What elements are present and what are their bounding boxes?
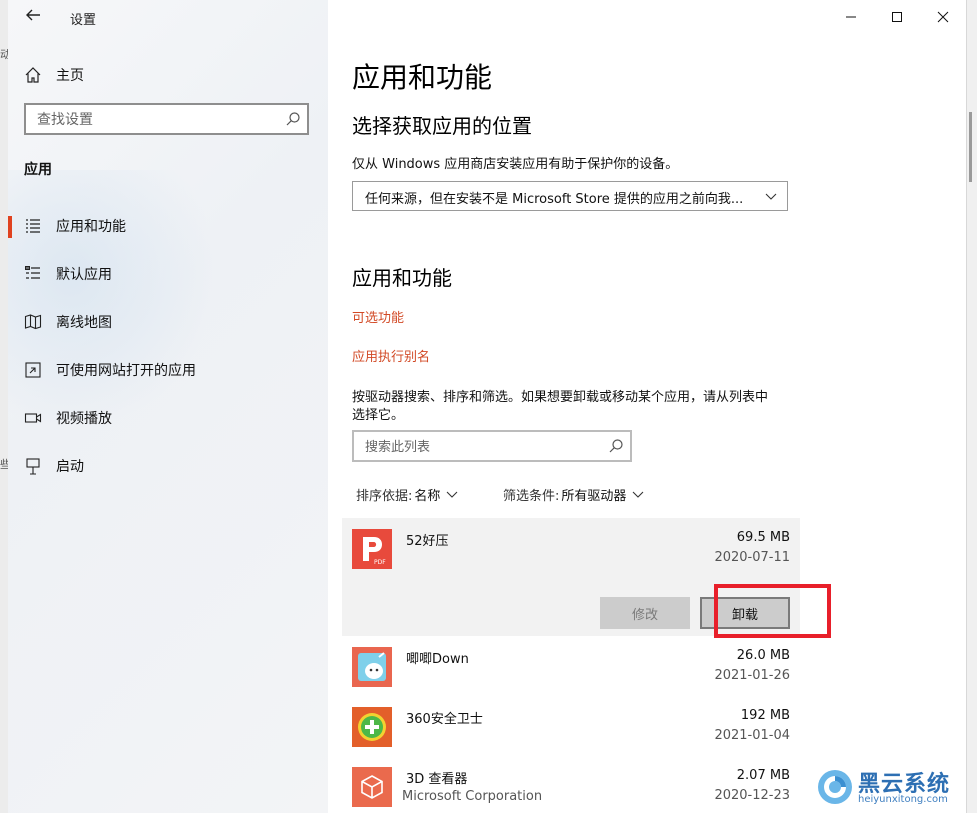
app-publisher: Microsoft Corporation xyxy=(402,789,543,804)
settings-search-input[interactable] xyxy=(35,110,279,130)
default-apps-icon xyxy=(25,266,40,279)
cloud-logo-icon xyxy=(818,770,852,804)
minimize-button[interactable] xyxy=(828,0,874,34)
app-install-date: 2021-01-26 xyxy=(714,668,790,683)
startup-icon xyxy=(26,458,40,475)
sidebar-item-offline-maps[interactable]: 离线地图 xyxy=(8,302,328,342)
search-icon[interactable] xyxy=(285,111,301,127)
close-button[interactable] xyxy=(920,0,966,34)
sidebar-item-label: 视频播放 xyxy=(56,411,112,427)
sort-value: 名称 xyxy=(414,488,441,504)
home-icon xyxy=(25,67,41,83)
app-alias-link[interactable]: 应用执行别名 xyxy=(352,346,430,365)
sort-selector[interactable]: 排序依据: 名称 xyxy=(356,484,458,504)
app-size: 69.5 MB xyxy=(736,530,790,545)
background-scrollbar-strip xyxy=(966,0,977,813)
dropdown-value: 任何来源，但在安装不是 Microsoft Store 提供的应用之前向我... xyxy=(365,192,744,207)
window-title: 设置 xyxy=(70,13,97,28)
sidebar-item-label: 主页 xyxy=(56,68,84,84)
back-button[interactable] xyxy=(24,6,54,30)
sidebar-item-default-apps[interactable]: 默认应用 xyxy=(8,254,328,294)
svg-text:PDF: PDF xyxy=(374,559,386,566)
install-location-heading: 选择获取应用的位置 xyxy=(352,114,532,138)
window-controls xyxy=(828,0,966,34)
install-source-dropdown[interactable]: 任何来源，但在安装不是 Microsoft Store 提供的应用之前向我... xyxy=(352,181,788,211)
search-icon[interactable] xyxy=(608,438,624,454)
app-list-item[interactable]: 3D 查看器 Microsoft Corporation 2.07 MB 202… xyxy=(342,756,800,816)
close-icon xyxy=(937,11,949,23)
sidebar-item-video-playback[interactable]: 视频播放 xyxy=(8,398,328,438)
app-size: 2.07 MB xyxy=(736,768,790,783)
sidebar-item-label: 可使用网站打开的应用 xyxy=(56,363,196,379)
chevron-down-icon xyxy=(447,491,458,498)
filter-label: 筛选条件: xyxy=(503,488,560,504)
chevron-down-icon xyxy=(633,491,644,498)
sidebar-item-label: 启动 xyxy=(56,459,84,475)
cube-icon xyxy=(352,767,392,807)
watermark-url: heiyunxitong.com xyxy=(858,794,948,805)
sidebar-item-home[interactable]: 主页 xyxy=(24,64,84,86)
main-content: 应用和功能 选择获取应用的位置 仅从 Windows 应用商店安装应用有助于保护… xyxy=(328,0,966,813)
pdf-app-icon: PDF xyxy=(352,529,392,569)
annotation-highlight-box xyxy=(714,584,831,638)
app-install-date: 2021-01-04 xyxy=(714,728,790,743)
app-name: 唧唧Down xyxy=(406,652,469,667)
minimize-icon xyxy=(846,16,856,18)
web-apps-icon xyxy=(25,362,41,378)
app-size: 192 MB xyxy=(740,708,790,723)
app-size: 26.0 MB xyxy=(736,648,790,663)
install-location-description: 仅从 Windows 应用商店安装应用有助于保护你的设备。 xyxy=(352,157,679,172)
site-watermark: 黑云系统 heiyunxitong.com xyxy=(816,766,966,810)
sidebar-item-web-apps[interactable]: 可使用网站打开的应用 xyxy=(8,350,328,390)
list-icon xyxy=(26,219,40,233)
optional-features-link[interactable]: 可选功能 xyxy=(352,307,404,326)
modify-button[interactable]: 修改 xyxy=(600,597,690,629)
apps-filter-description-line2: 选择它。 xyxy=(352,408,405,423)
apps-filter-description: 按驱动器搜索、排序和筛选。如果想要卸载或移动某个应用，请从列表中 xyxy=(352,390,769,405)
sidebar-item-label: 离线地图 xyxy=(56,315,112,331)
app-list-search-input[interactable] xyxy=(363,437,597,457)
app-list-item[interactable]: 360安全卫士 192 MB 2021-01-04 xyxy=(342,696,800,756)
page-title: 应用和功能 xyxy=(352,61,493,94)
app-install-date: 2020-07-11 xyxy=(714,550,790,565)
sidebar-item-apps-features[interactable]: 应用和功能 xyxy=(8,206,328,246)
section-label: 应用 xyxy=(24,162,52,178)
sort-label: 排序依据: xyxy=(356,488,413,504)
security-app-icon xyxy=(352,707,392,747)
app-name: 52好压 xyxy=(406,534,449,549)
filter-selector[interactable]: 筛选条件: 所有驱动器 xyxy=(503,484,644,504)
sidebar-item-label: 默认应用 xyxy=(56,267,112,283)
sidebar: 设置 主页 应用 应用和功能 默认应用 离线地图 可使用网站打开的应用 视频播放… xyxy=(8,0,328,813)
sidebar-item-startup[interactable]: 启动 xyxy=(8,446,328,486)
maximize-button[interactable] xyxy=(874,0,920,34)
app-list-item[interactable]: 唧唧Down 26.0 MB 2021-01-26 xyxy=(342,636,800,696)
app-name: 360安全卫士 xyxy=(406,712,483,727)
background-window-strip: 动 些 xyxy=(0,0,11,813)
app-install-date: 2020-12-23 xyxy=(714,788,790,803)
chevron-down-icon xyxy=(765,193,777,200)
app-list-search-box xyxy=(352,430,632,462)
map-icon xyxy=(24,314,42,330)
scrollbar-thumb[interactable] xyxy=(969,112,972,182)
arrow-left-icon xyxy=(26,9,40,21)
settings-search-box xyxy=(24,103,309,135)
maximize-icon xyxy=(892,12,902,22)
filter-value: 所有驱动器 xyxy=(561,488,627,504)
apps-features-heading: 应用和功能 xyxy=(352,266,452,290)
sidebar-item-label: 应用和功能 xyxy=(56,219,126,235)
app-name: 3D 查看器 xyxy=(406,772,468,787)
video-icon xyxy=(24,413,42,423)
download-app-icon xyxy=(352,647,392,687)
